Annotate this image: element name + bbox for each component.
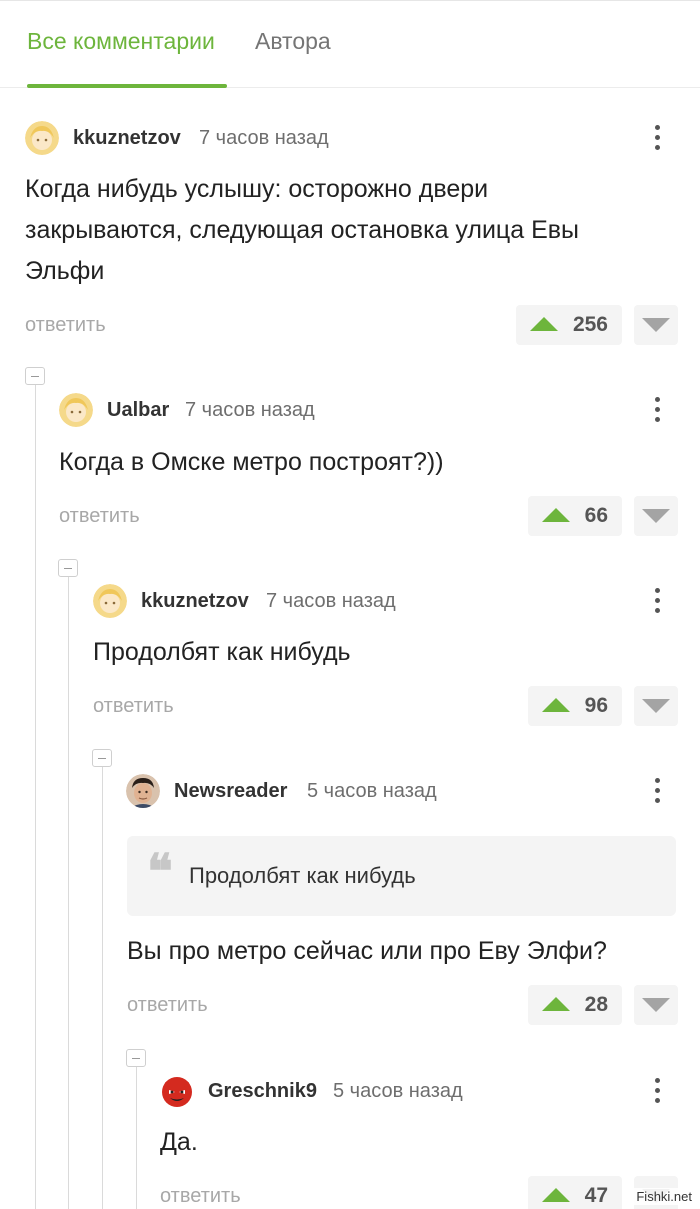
reply-link[interactable]: ответить	[93, 695, 174, 718]
reply-link[interactable]: ответить	[160, 1185, 241, 1208]
downvote-button[interactable]	[634, 305, 678, 345]
upvote-button[interactable]: 66	[528, 496, 622, 536]
tab-all-comments[interactable]: Все комментарии	[27, 28, 215, 55]
upvote-arrow-icon	[542, 508, 570, 522]
man-photo-avatar-icon[interactable]	[126, 774, 160, 808]
downvote-button[interactable]	[634, 686, 678, 726]
comment-author[interactable]: Greschnik9	[208, 1080, 317, 1103]
comment-text: Да.	[160, 1128, 198, 1156]
comment-text: Вы про метро сейчас или про Еву Элфи?	[127, 937, 607, 965]
reply-link[interactable]: ответить	[59, 505, 140, 528]
downvote-arrow-icon	[642, 509, 670, 523]
more-options-icon[interactable]	[646, 775, 670, 807]
thread-line	[68, 576, 69, 1209]
collapse-thread-button[interactable]	[25, 367, 45, 385]
more-options-icon[interactable]	[646, 1075, 670, 1107]
upvote-arrow-icon	[530, 317, 558, 331]
upvote-button[interactable]: 256	[516, 305, 622, 345]
vote-count: 66	[584, 504, 608, 527]
quote-icon: ❝	[147, 844, 173, 900]
upvote-arrow-icon	[542, 1188, 570, 1202]
upvote-button[interactable]: 47	[528, 1176, 622, 1209]
collapse-thread-button[interactable]	[126, 1049, 146, 1067]
quoted-comment: ❝ Продолбят как нибудь	[127, 836, 676, 916]
comment-time: 7 часов назад	[185, 399, 315, 421]
quote-text: Продолбят как нибудь	[189, 863, 416, 888]
reply-link[interactable]: ответить	[25, 314, 106, 337]
upvote-arrow-icon	[542, 698, 570, 712]
downvote-button[interactable]	[634, 985, 678, 1025]
comment-time: 5 часов назад	[307, 780, 437, 802]
tab-authors[interactable]: Автора	[255, 28, 331, 55]
active-tab-indicator	[27, 84, 227, 88]
vote-count: 28	[584, 993, 608, 1016]
more-options-icon[interactable]	[646, 585, 670, 617]
more-options-icon[interactable]	[646, 122, 670, 154]
comment-author[interactable]: kkuznetzov	[73, 127, 181, 150]
comment-time: 7 часов назад	[199, 127, 329, 149]
downvote-arrow-icon	[642, 699, 670, 713]
comment-author[interactable]: kkuznetzov	[141, 590, 249, 613]
downvote-button[interactable]	[634, 496, 678, 536]
vote-count: 96	[584, 694, 608, 717]
thread-line	[102, 766, 103, 1209]
devil-avatar-icon[interactable]	[160, 1074, 194, 1108]
comment-text: Когда в Омске метро построят?))	[59, 448, 444, 476]
thread-line	[35, 384, 36, 1209]
upvote-arrow-icon	[542, 997, 570, 1011]
watermark: Fishki.net	[634, 1188, 694, 1205]
comment-tabs: Все комментарии Автора	[0, 0, 700, 88]
comment-text: Когда нибудь услышу: осторожно двери зак…	[25, 175, 580, 285]
comment-time: 5 часов назад	[333, 1080, 463, 1102]
comment-author[interactable]: Ualbar	[107, 399, 169, 422]
more-options-icon[interactable]	[646, 394, 670, 426]
vote-count: 47	[584, 1184, 608, 1207]
comment-text: Продолбят как нибудь	[93, 638, 351, 666]
blonde-avatar-icon[interactable]	[59, 393, 93, 427]
upvote-button[interactable]: 96	[528, 686, 622, 726]
comment-author[interactable]: Newsreader	[174, 780, 287, 803]
comment-time: 7 часов назад	[266, 590, 396, 612]
collapse-thread-button[interactable]	[92, 749, 112, 767]
blonde-avatar-icon[interactable]	[25, 121, 59, 155]
blonde-avatar-icon[interactable]	[93, 584, 127, 618]
reply-link[interactable]: ответить	[127, 994, 208, 1017]
upvote-button[interactable]: 28	[528, 985, 622, 1025]
collapse-thread-button[interactable]	[58, 559, 78, 577]
downvote-arrow-icon	[642, 998, 670, 1012]
downvote-arrow-icon	[642, 318, 670, 332]
thread-line	[136, 1066, 137, 1209]
vote-count: 256	[572, 313, 608, 336]
